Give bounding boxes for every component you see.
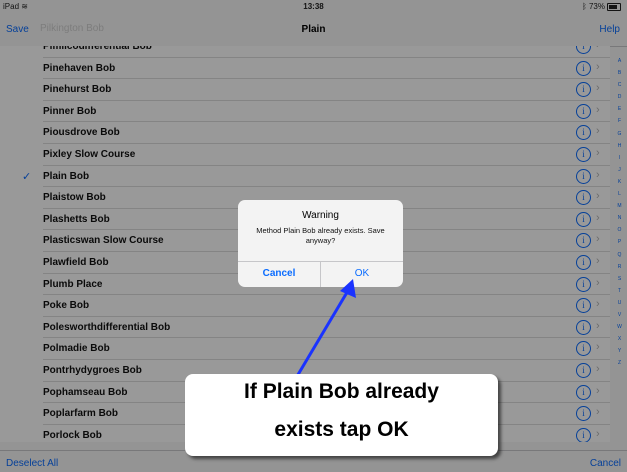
callout-line-1: If Plain Bob already — [244, 380, 439, 403]
arrow-shaft — [294, 288, 351, 379]
app-screen: iPad ≋ 13:38 ᛒ 73% Pilkington Bob Save P… — [0, 0, 627, 472]
annotation-callout: If Plain Bob already exists tap OK — [185, 374, 498, 456]
callout-line-2: exists tap OK — [274, 418, 409, 441]
arrow-head — [340, 279, 356, 298]
